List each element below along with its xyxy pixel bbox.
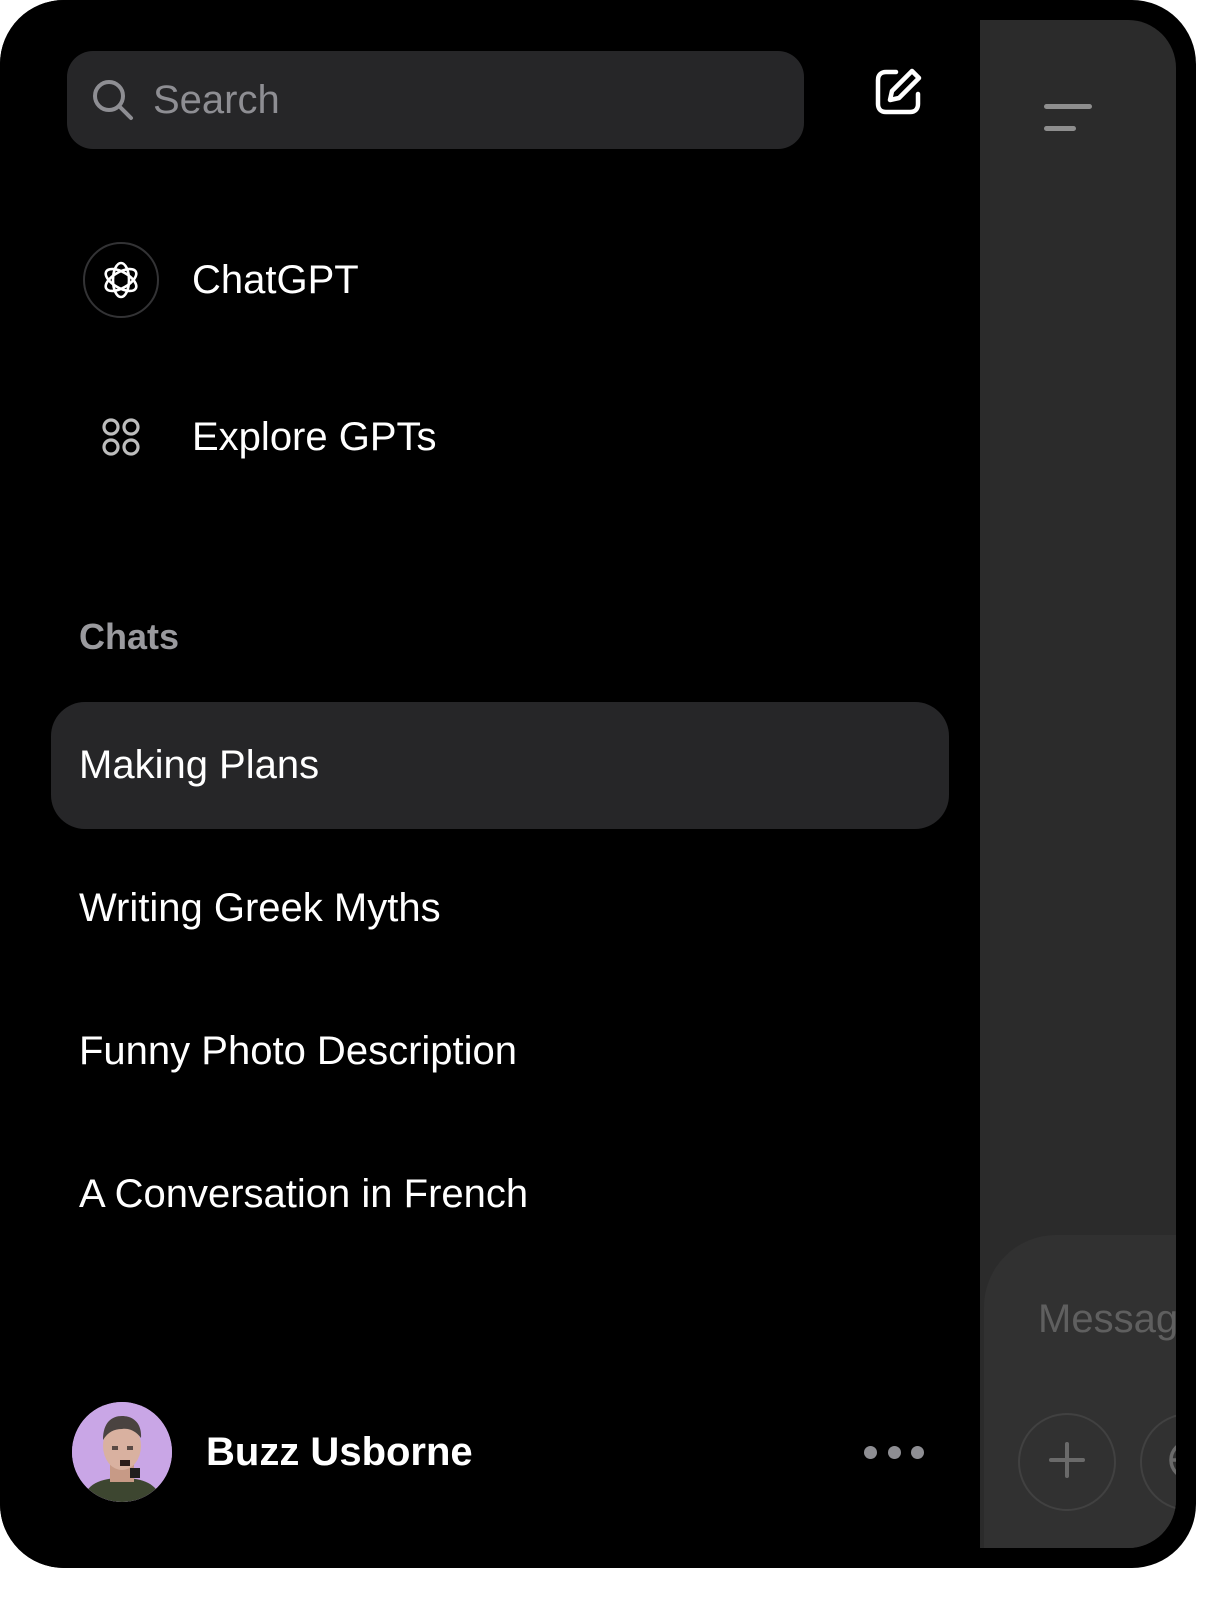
more-horizontal-icon — [887, 1445, 901, 1459]
user-avatar[interactable] — [72, 1402, 172, 1502]
chats-section-title: Chats — [79, 616, 180, 657]
nav-item-label: ChatGPT — [192, 257, 359, 302]
more-horizontal-icon — [864, 1445, 877, 1459]
new-chat-button[interactable] — [868, 64, 928, 124]
chat-item-label: Funny Photo Description — [79, 1029, 518, 1073]
hamburger-menu-icon — [1044, 126, 1076, 131]
plus-icon — [1047, 1440, 1087, 1485]
chat-item-label: A Conversation in French — [79, 1172, 529, 1216]
message-input[interactable] — [1038, 1297, 1176, 1342]
nav-item-explore-gpts[interactable]: Explore GPTs — [82, 398, 437, 476]
search-input[interactable] — [153, 77, 804, 123]
hamburger-menu-icon — [1044, 104, 1092, 109]
message-composer — [984, 1235, 1176, 1548]
app-window: ChatGPT Explore GPTs Chats Making Plans — [0, 0, 1196, 1568]
user-name: Buzz Usborne — [206, 1429, 473, 1474]
web-search-button[interactable] — [1140, 1413, 1176, 1511]
chat-item-making-plans[interactable]: Making Plans — [51, 702, 949, 829]
chatgpt-logo-icon — [82, 241, 160, 319]
chat-item-funny-photo-description[interactable]: Funny Photo Description — [51, 988, 949, 1115]
more-options-button[interactable] — [864, 1432, 924, 1472]
chat-item-writing-greek-myths[interactable]: Writing Greek Myths — [51, 845, 949, 972]
globe-icon — [1167, 1438, 1176, 1487]
nav-item-label: Explore GPTs — [192, 414, 437, 459]
sidebar: ChatGPT Explore GPTs Chats Making Plans — [0, 0, 980, 1568]
chat-item-label: Making Plans — [79, 743, 320, 787]
apps-grid-icon — [82, 398, 160, 476]
hamburger-menu-button[interactable] — [1042, 100, 1094, 134]
user-profile-row[interactable]: Buzz Usborne — [72, 1402, 932, 1502]
search-bar[interactable] — [67, 51, 804, 149]
chat-item-conversation-in-french[interactable]: A Conversation in French — [51, 1131, 949, 1258]
chat-item-label: Writing Greek Myths — [79, 886, 441, 930]
compose-icon — [872, 66, 924, 123]
more-horizontal-icon — [911, 1445, 924, 1459]
main-chat-panel[interactable] — [980, 20, 1176, 1548]
attach-button[interactable] — [1018, 1413, 1116, 1511]
search-icon — [91, 78, 135, 122]
nav-item-chatgpt[interactable]: ChatGPT — [82, 241, 359, 319]
